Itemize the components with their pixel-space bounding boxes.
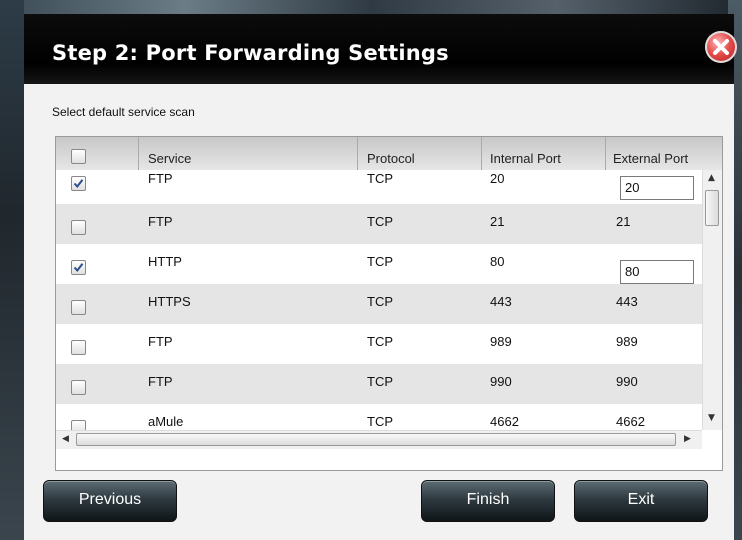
scroll-down-icon[interactable]: ▼: [708, 413, 715, 423]
cell-internal-port: 80: [490, 254, 505, 269]
row-checkbox[interactable]: [71, 420, 86, 430]
cell-external-port: 4662: [616, 414, 645, 429]
cell-protocol: TCP: [367, 294, 393, 309]
check-icon: [73, 263, 84, 273]
header-internal-port: Internal Port: [490, 151, 561, 166]
previous-button[interactable]: Previous: [43, 480, 177, 522]
dialog-title: Step 2: Port Forwarding Settings: [52, 41, 449, 65]
vertical-scrollbar[interactable]: ▲ ▼: [702, 170, 722, 430]
external-port-input[interactable]: 20: [620, 176, 694, 200]
row-checkbox[interactable]: [71, 260, 86, 275]
cell-internal-port: 989: [490, 334, 512, 349]
row-checkbox[interactable]: [71, 380, 86, 395]
header-protocol: Protocol: [367, 151, 415, 166]
cell-external-port: 990: [616, 374, 638, 389]
row-checkbox[interactable]: [71, 220, 86, 235]
external-port-input[interactable]: 80: [620, 260, 694, 284]
cell-service: HTTP: [148, 254, 182, 269]
close-icon: [713, 39, 729, 55]
horizontal-scrollbar[interactable]: ◀ ▶: [56, 430, 702, 449]
cell-internal-port: 990: [490, 374, 512, 389]
header-service: Service: [148, 151, 192, 166]
table-row[interactable]: FTP TCP 990 990: [56, 364, 702, 404]
scroll-up-icon[interactable]: ▲: [708, 173, 715, 183]
horizontal-scroll-thumb[interactable]: [76, 433, 676, 446]
cell-external-port: 21: [616, 214, 631, 229]
close-button[interactable]: [705, 31, 737, 63]
cell-protocol: TCP: [367, 414, 393, 429]
table-row[interactable]: HTTPS TCP 443 443: [56, 284, 702, 324]
cell-service: FTP: [148, 171, 173, 186]
dialog-subtitle: Select default service scan: [52, 105, 195, 119]
table-row[interactable]: FTP TCP 21 21: [56, 204, 702, 244]
cell-protocol: TCP: [367, 334, 393, 349]
finish-button[interactable]: Finish: [421, 480, 555, 522]
table-header: Service Protocol Internal Port External …: [56, 137, 722, 170]
cell-service: aMule: [148, 414, 184, 429]
row-checkbox[interactable]: [71, 300, 86, 315]
select-all-checkbox[interactable]: [71, 149, 86, 164]
cell-protocol: TCP: [367, 214, 393, 229]
service-table: Service Protocol Internal Port External …: [55, 136, 723, 471]
cell-internal-port: 4662: [490, 414, 519, 429]
table-body: FTP TCP 20 20 FTP TCP 21 21 HTTP TCP 80 80 HTTPS TCP 4…: [56, 170, 702, 430]
background-strip: [0, 0, 742, 14]
scroll-right-icon[interactable]: ▶: [684, 434, 691, 444]
cell-internal-port: 21: [490, 214, 505, 229]
background-left: [0, 0, 24, 540]
cell-service: FTP: [148, 214, 173, 229]
cell-protocol: TCP: [367, 254, 393, 269]
table-row[interactable]: HTTP TCP 80 80: [56, 244, 702, 284]
row-checkbox[interactable]: [71, 176, 86, 191]
exit-button[interactable]: Exit: [574, 480, 708, 522]
dialog-titlebar: Step 2: Port Forwarding Settings: [24, 14, 734, 84]
cell-external-port: 989: [616, 334, 638, 349]
cell-internal-port: 443: [490, 294, 512, 309]
cell-external-port: 443: [616, 294, 638, 309]
check-icon: [73, 179, 84, 189]
vertical-scroll-thumb[interactable]: [705, 190, 719, 226]
cell-protocol: TCP: [367, 374, 393, 389]
table-row[interactable]: FTP TCP 20 20: [56, 170, 702, 204]
row-checkbox[interactable]: [71, 340, 86, 355]
cell-internal-port: 20: [490, 171, 505, 186]
table-row[interactable]: aMule TCP 4662 4662: [56, 404, 702, 430]
cell-service: HTTPS: [148, 294, 191, 309]
cell-service: FTP: [148, 334, 173, 349]
port-forwarding-dialog: Step 2: Port Forwarding Settings Select …: [24, 14, 737, 540]
table-row[interactable]: FTP TCP 989 989: [56, 324, 702, 364]
header-external-port: External Port: [613, 151, 689, 166]
cell-service: FTP: [148, 374, 173, 389]
cell-protocol: TCP: [367, 171, 393, 186]
scroll-left-icon[interactable]: ◀: [62, 434, 69, 444]
